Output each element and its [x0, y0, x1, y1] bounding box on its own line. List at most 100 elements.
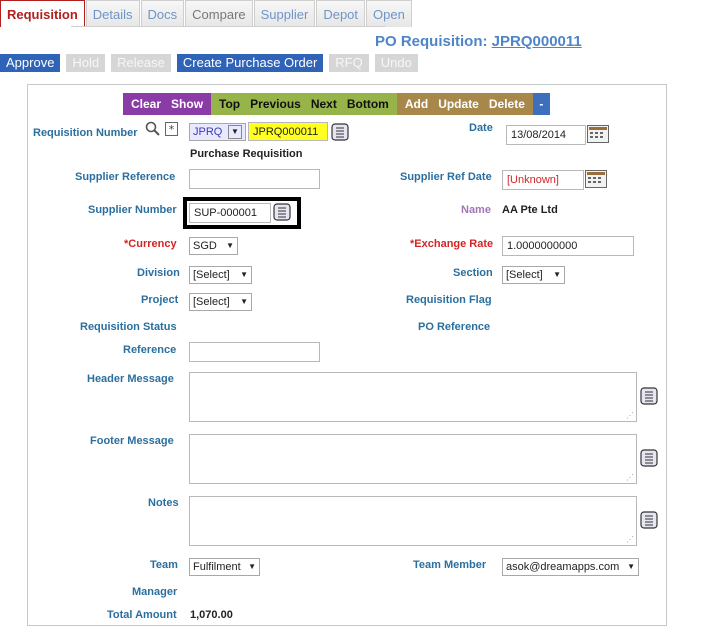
hold-button[interactable]: Hold — [66, 54, 106, 72]
release-button[interactable]: Release — [111, 54, 171, 72]
chevron-down-icon: ▼ — [240, 270, 248, 279]
requisition-number-input[interactable]: JPRQ000011 — [248, 122, 328, 141]
calendar-icon[interactable] — [587, 125, 609, 143]
reference-input[interactable] — [189, 342, 320, 362]
total-amount-label: Total Amount — [107, 609, 177, 621]
nav-group-navigation: Top Previous Next Bottom — [211, 93, 397, 115]
rfq-button[interactable]: RFQ — [329, 54, 369, 72]
bottom-button[interactable]: Bottom — [342, 93, 394, 115]
lookup-icon[interactable] — [640, 387, 658, 405]
project-label: Project — [141, 294, 179, 306]
header-message-label: Header Message — [87, 373, 174, 385]
supplier-number-label: Supplier Number — [88, 204, 177, 216]
chevron-down-icon: ▼ — [553, 270, 561, 279]
team-label: Team — [150, 559, 178, 571]
manager-label: Manager — [132, 586, 178, 598]
svg-text:*: * — [169, 123, 175, 136]
lookup-icon[interactable] — [331, 123, 349, 141]
requisition-number-label: Requisition Number — [33, 127, 138, 139]
requisition-flag-label: Requisition Flag — [406, 294, 492, 306]
exchange-rate-input[interactable]: 1.0000000000 — [502, 236, 634, 256]
resize-grip-icon[interactable]: ⋰ — [626, 411, 634, 420]
section-select[interactable]: [Select] ▼ — [502, 266, 565, 284]
nav-group-clear-show: Clear Show — [123, 93, 212, 115]
nav-group-more: - — [532, 93, 550, 115]
lookup-icon[interactable] — [640, 511, 658, 529]
date-input[interactable]: 13/08/2014 — [506, 125, 586, 145]
create-purchase-order-button[interactable]: Create Purchase Order — [176, 54, 324, 72]
search-icon[interactable] — [145, 121, 161, 140]
section-label: Section — [453, 267, 493, 279]
team-member-value: asok@dreamapps.com — [506, 561, 620, 573]
tab-details[interactable]: Details — [85, 0, 140, 27]
calendar-icon[interactable] — [585, 170, 607, 188]
show-button[interactable]: Show — [166, 93, 208, 115]
supplier-reference-input[interactable] — [189, 169, 320, 189]
chevron-down-icon: ▼ — [228, 125, 242, 139]
previous-button[interactable]: Previous — [245, 93, 306, 115]
page-title-prefix: PO Requisition: — [375, 33, 488, 50]
division-value: [Select] — [193, 269, 230, 281]
notes-textarea[interactable]: ⋰ — [189, 496, 637, 546]
requisition-type: Purchase Requisition — [190, 148, 303, 160]
footer-message-textarea[interactable]: ⋰ — [189, 434, 637, 484]
chevron-down-icon: ▼ — [240, 297, 248, 306]
resize-grip-icon[interactable]: ⋰ — [626, 473, 634, 482]
requisition-prefix-select[interactable]: JPRQ ▼ — [189, 123, 246, 141]
update-button[interactable]: Update — [433, 93, 484, 115]
team-select[interactable]: Fulfilment ▼ — [189, 558, 260, 576]
chevron-down-icon: ▼ — [627, 562, 635, 571]
requisition-prefix-value: JPRQ — [193, 126, 223, 138]
team-member-label: Team Member — [413, 559, 487, 571]
section-value: [Select] — [506, 269, 543, 281]
undo-button[interactable]: Undo — [374, 54, 418, 72]
new-record-icon[interactable]: * — [165, 122, 178, 139]
next-button[interactable]: Next — [306, 93, 342, 115]
tab-compare[interactable]: Compare — [185, 0, 253, 27]
currency-label: *Currency — [124, 238, 177, 250]
exchange-rate-label: *Exchange Rate — [410, 238, 494, 250]
requisition-number-link[interactable]: JPRQ000011 — [492, 33, 582, 50]
supplier-number-input[interactable]: SUP-000001 — [189, 203, 271, 223]
approve-button[interactable]: Approve — [0, 54, 61, 72]
resize-grip-icon[interactable]: ⋰ — [626, 535, 634, 544]
division-label: Division — [137, 267, 180, 279]
po-reference-label: PO Reference — [418, 321, 491, 333]
tab-depot[interactable]: Depot — [316, 0, 366, 27]
tab-supplier[interactable]: Supplier — [253, 0, 316, 27]
collapse-button[interactable]: - — [534, 93, 548, 115]
requisition-form: Clear Show Top Previous Next Bottom Add … — [27, 84, 667, 626]
requisition-status-label: Requisition Status — [80, 321, 177, 333]
delete-button[interactable]: Delete — [484, 93, 530, 115]
top-button[interactable]: Top — [214, 93, 245, 115]
lookup-icon[interactable] — [273, 203, 291, 221]
clear-button[interactable]: Clear — [126, 93, 166, 115]
header-message-textarea[interactable]: ⋰ — [189, 372, 637, 422]
division-select[interactable]: [Select] ▼ — [189, 266, 252, 284]
notes-label: Notes — [148, 497, 179, 509]
team-value: Fulfilment — [193, 561, 241, 573]
tab-requisition[interactable]: Requisition — [0, 0, 85, 27]
record-nav-bar: Clear Show Top Previous Next Bottom Add … — [123, 93, 550, 115]
name-label: Name — [461, 204, 491, 216]
tab-divider — [71, 26, 385, 27]
team-member-select[interactable]: asok@dreamapps.com ▼ — [502, 558, 639, 576]
add-button[interactable]: Add — [400, 93, 433, 115]
project-select[interactable]: [Select] ▼ — [189, 293, 252, 311]
tab-docs[interactable]: Docs — [140, 0, 185, 27]
chevron-down-icon: ▼ — [248, 562, 256, 571]
reference-label: Reference — [123, 344, 177, 356]
supplier-reference-label: Supplier Reference — [75, 171, 176, 183]
tab-bar: Requisition Details Docs Compare Supplie… — [0, 0, 710, 27]
supplier-name-value: AA Pte Ltd — [502, 204, 558, 216]
page-title: PO Requisition: JPRQ000011 — [375, 33, 582, 50]
supplier-ref-date-label: Supplier Ref Date — [400, 171, 492, 183]
currency-select[interactable]: SGD ▼ — [189, 237, 238, 255]
project-value: [Select] — [193, 296, 230, 308]
tab-open[interactable]: Open — [366, 0, 412, 27]
lookup-icon[interactable] — [640, 449, 658, 467]
chevron-down-icon: ▼ — [226, 241, 234, 250]
supplier-ref-date-input[interactable]: [Unknown] — [502, 170, 584, 190]
action-bar: Approve Hold Release Create Purchase Ord… — [0, 54, 424, 73]
total-amount-value: 1,070.00 — [190, 609, 233, 621]
